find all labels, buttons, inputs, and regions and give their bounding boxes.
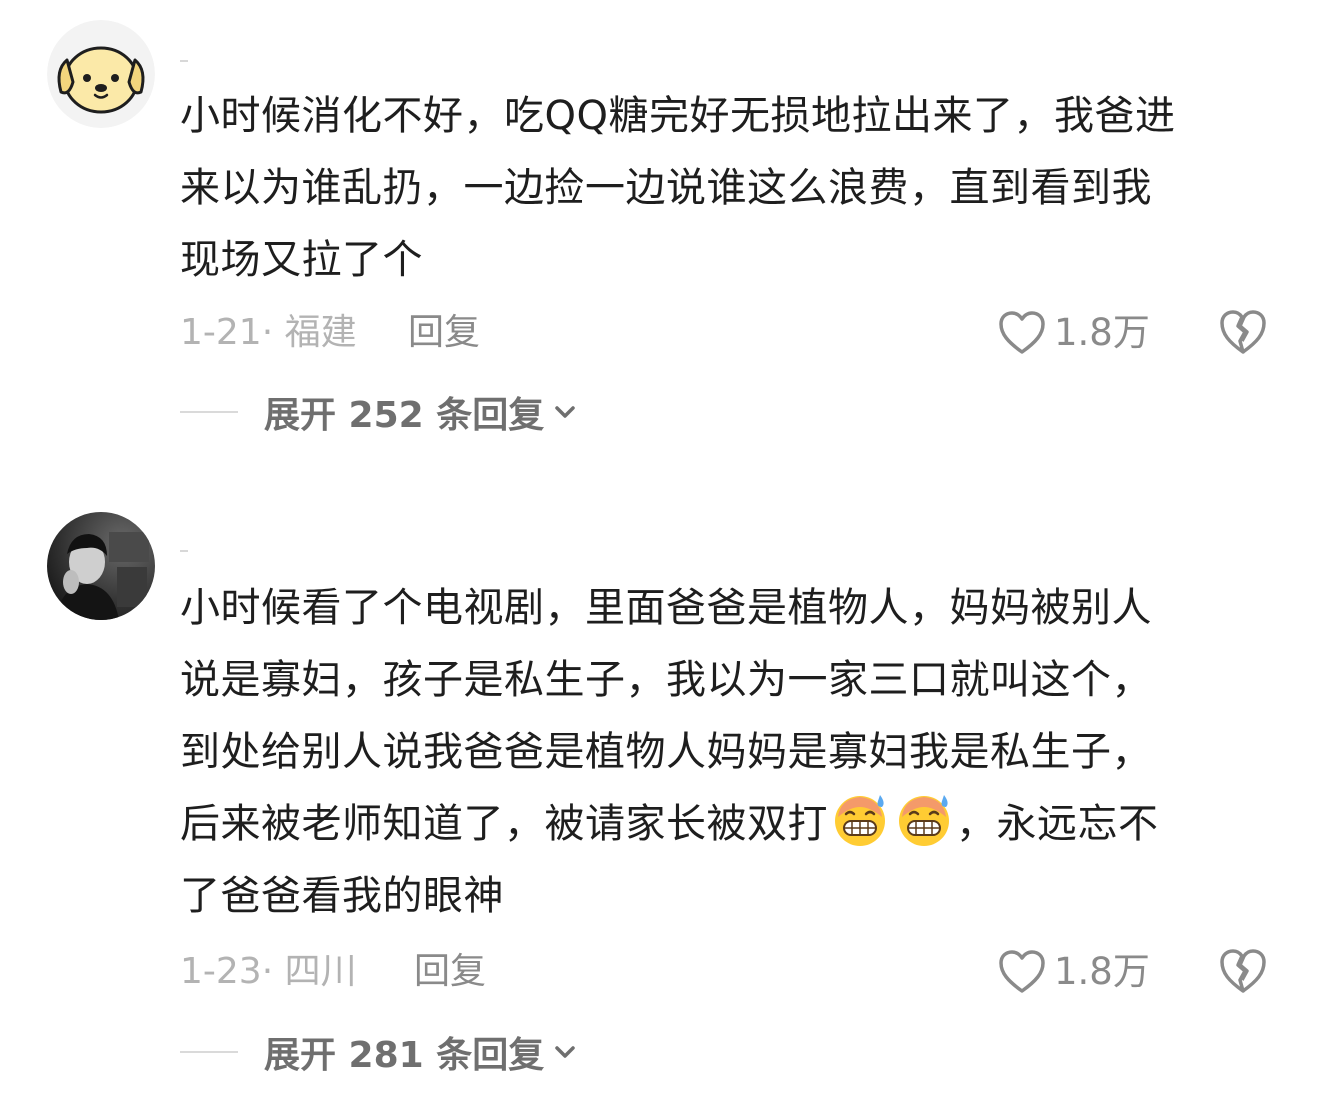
grinning-sweat-emoji-icon [899,795,949,846]
expand-replies-label: 展开 281 条回复 [264,1035,545,1076]
username[interactable] [180,550,188,552]
like-button[interactable]: 1.8万 [998,947,1150,997]
chevron-down-icon [555,1046,575,1058]
broken-heart-icon [1220,310,1266,354]
dislike-button[interactable] [1218,946,1268,996]
like-count: 1.8万 [1054,950,1150,993]
expand-replies-row: 展开 252 条回复 [180,390,578,436]
expand-replies-row: 展开 281 条回复 [180,1030,578,1076]
reply-button[interactable]: 回复 [414,950,486,994]
expand-replies-label: 展开 252 条回复 [264,395,545,436]
like-button[interactable]: 1.8万 [998,308,1150,358]
username[interactable] [180,60,188,62]
like-count: 1.8万 [1054,311,1150,354]
expand-replies-button[interactable]: 展开 252 条回复 [264,386,578,438]
divider-line [180,1051,238,1053]
yellow-dog-avatar-icon [47,20,155,128]
heart-icon [999,311,1045,354]
avatar[interactable] [47,20,155,128]
comment-date-location: 1-21· 福建 [180,312,357,353]
divider-line [180,411,238,413]
expand-replies-button[interactable]: 展开 281 条回复 [264,1026,578,1078]
comment-text: 小时候看了个电视剧，里面爸爸是植物人，妈妈被别人 说是寡妇，孩子是私生子，我以为… [180,572,1280,932]
comment-text: 小时候消化不好，吃QQ糖完好无损地拉出来了，我爸进 来以为谁乱扔，一边捡一边说谁… [180,93,1176,283]
heart-icon [999,950,1045,993]
grinning-sweat-emoji-icon [835,795,885,846]
photo-avatar-icon [47,512,155,620]
avatar[interactable] [47,512,155,620]
comment-date-location: 1-23· 四川 [180,951,357,992]
dislike-button[interactable] [1218,307,1268,357]
reply-button[interactable]: 回复 [408,311,480,355]
chevron-down-icon [555,406,575,418]
broken-heart-icon [1220,949,1266,993]
